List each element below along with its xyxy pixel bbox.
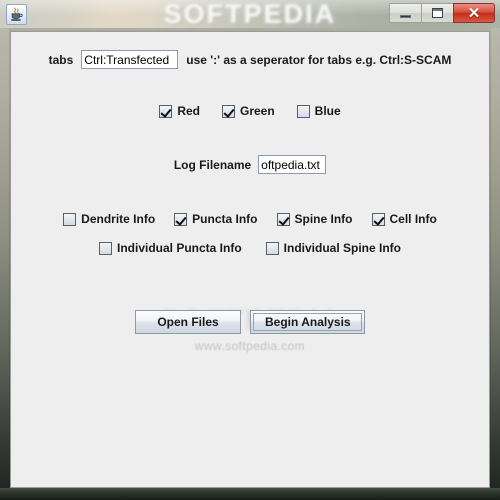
minimize-icon [400,15,411,18]
body-watermark-url: www.softpedia.com [194,339,306,353]
maximize-icon [432,8,443,18]
log-filename-row: Log Filename [11,155,489,174]
checkbox-cell-info[interactable]: Cell Info [371,212,437,226]
close-icon: ✕ [467,4,481,22]
window-border-right [491,28,500,500]
checkbox-individual-spine-info[interactable]: Individual Spine Info [265,241,401,255]
title-bar[interactable]: SOFTPEDIA ✕ [0,0,500,28]
individual-checkbox-row: Individual Puncta Info Individual Spine … [11,241,489,255]
checkbox-puncta-info-box[interactable] [174,212,188,226]
log-filename-label: Log Filename [173,157,252,172]
checkbox-puncta-info[interactable]: Puncta Info [174,212,258,226]
open-files-button[interactable]: Open Files [135,310,241,334]
java-coffee-cup-icon [6,4,27,25]
action-button-row: Open Files Begin Analysis [11,310,489,334]
checkbox-spine-info[interactable]: Spine Info [276,212,353,226]
checkbox-green-box[interactable] [221,104,235,118]
checkbox-red-box[interactable] [159,104,173,118]
checkbox-individual-spine-info-box[interactable] [265,241,279,255]
open-files-label: Open Files [157,315,219,329]
checkbox-blue-label: Blue [314,104,341,118]
window-border-bottom [0,488,500,500]
checkbox-puncta-info-label: Puncta Info [192,212,258,226]
checkbox-red-label: Red [177,104,200,118]
checkbox-individual-puncta-info-box[interactable] [98,241,112,255]
minimize-button[interactable] [389,3,421,23]
checkbox-cell-info-label: Cell Info [389,212,437,226]
checkbox-individual-spine-info-label: Individual Spine Info [283,241,401,255]
checkbox-dendrite-info-label: Dendrite Info [81,212,156,226]
checkbox-green-label: Green [239,104,275,118]
checkbox-red[interactable]: Red [159,104,200,118]
tabs-input[interactable] [81,50,179,69]
checkbox-green[interactable]: Green [221,104,275,118]
close-button[interactable]: ✕ [453,3,495,23]
channel-checkbox-row: Red Green Blue [11,104,489,118]
window-frame: SOFTPEDIA ✕ tabs use ': [0,0,500,500]
info-checkbox-row: Dendrite Info Puncta Info Spine Info Cel… [11,212,489,226]
checkbox-individual-puncta-info-label: Individual Puncta Info [116,241,242,255]
begin-analysis-button[interactable]: Begin Analysis [250,310,365,334]
log-filename-input[interactable] [258,155,327,174]
tabs-label: tabs [48,52,74,67]
checkbox-spine-info-label: Spine Info [294,212,353,226]
client-area: tabs use ':' as a seperator for tabs e.g… [10,31,490,488]
tabs-hint-label: use ':' as a seperator for tabs e.g. Ctr… [186,52,452,67]
checkbox-spine-info-box[interactable] [276,212,290,226]
window-border-left [0,28,9,500]
checkbox-dendrite-info-box[interactable] [63,212,77,226]
checkbox-individual-puncta-info[interactable]: Individual Puncta Info [98,241,242,255]
checkbox-cell-info-box[interactable] [371,212,385,226]
maximize-button[interactable] [421,3,453,23]
tabs-row: tabs use ':' as a seperator for tabs e.g… [11,50,489,69]
checkbox-blue-box[interactable] [296,104,310,118]
begin-analysis-focus-ring [253,313,362,331]
checkbox-dendrite-info[interactable]: Dendrite Info [63,212,155,226]
checkbox-blue[interactable]: Blue [296,104,341,118]
